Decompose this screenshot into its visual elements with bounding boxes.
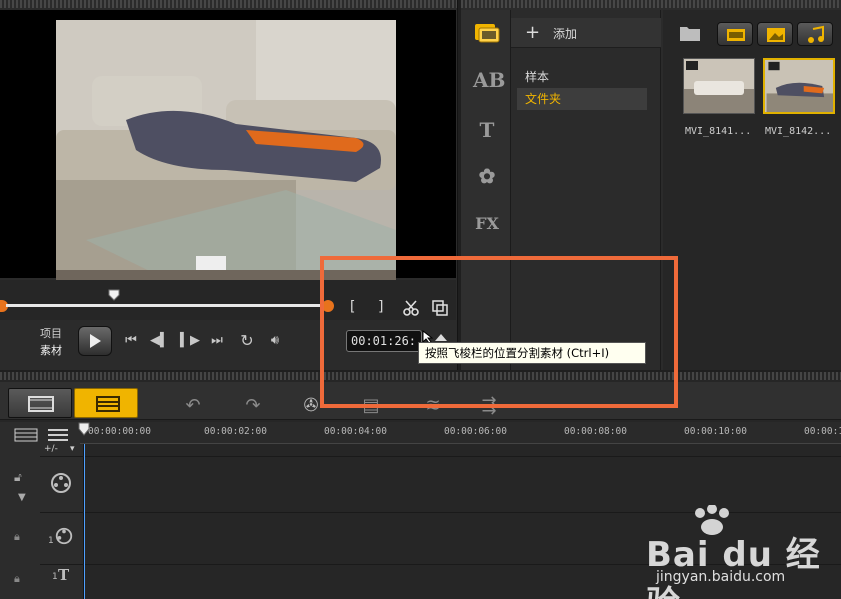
ruler-tick: 00:00:04:00: [324, 426, 387, 437]
filter-icon[interactable]: FX: [473, 212, 501, 236]
annotation-highlight-box: [320, 256, 678, 408]
play-button[interactable]: [78, 326, 112, 356]
add-folder-button[interactable]: + 添加: [511, 18, 661, 48]
video-filter-button[interactable]: [717, 22, 753, 46]
track-number: 1: [48, 536, 54, 546]
audio-filter-icon: [808, 25, 824, 43]
timeline-view-button[interactable]: [74, 388, 138, 418]
media-thumbnail[interactable]: [683, 58, 755, 114]
panel-grip[interactable]: [0, 0, 457, 8]
go-to-start-icon[interactable]: ⏮: [122, 332, 140, 350]
media-thumbnail-selected[interactable]: [763, 58, 835, 114]
redo-icon[interactable]: ↷: [240, 395, 266, 417]
video-filter-icon: [727, 29, 745, 41]
photo-filter-icon: [767, 28, 785, 42]
go-to-end-icon[interactable]: ⏭: [208, 332, 226, 350]
clip-mode-label[interactable]: 素材: [40, 342, 70, 359]
zoom-label[interactable]: +/-: [44, 444, 58, 454]
play-icon: [90, 334, 101, 348]
video-track-lane[interactable]: [84, 457, 841, 511]
storyboard-icon: [28, 396, 54, 412]
track-number: 1: [52, 572, 58, 582]
ruler-tick: 00:00:00:00: [88, 426, 151, 437]
ruler-tick: 00:00:1: [804, 426, 841, 437]
title-icon[interactable]: T: [473, 118, 501, 142]
folder-icon[interactable]: [679, 24, 701, 42]
playhead-line: [84, 444, 85, 599]
video-track-icon: [51, 473, 71, 493]
video-frame-image: [56, 20, 396, 284]
ruler-tick: 00:00:10:00: [684, 426, 747, 437]
photo-filter-button[interactable]: [757, 22, 793, 46]
graphic-icon[interactable]: ✿: [473, 164, 501, 188]
video-frame: [56, 20, 396, 284]
media-item-label: MVI_8141...: [685, 126, 752, 137]
storyboard-view-button[interactable]: [8, 388, 72, 418]
overlay-track-icon: [55, 527, 73, 545]
next-frame-icon[interactable]: ▍▶: [180, 332, 200, 350]
baidu-jingyan-watermark: Bai du 经验 jingyan.baidu.com: [620, 505, 830, 599]
track-manager-icon[interactable]: [14, 428, 38, 442]
timeline-icon: [96, 396, 120, 412]
ruler-tick: 00:00:08:00: [564, 426, 627, 437]
playhead-icon[interactable]: [78, 422, 90, 436]
video-preview-area: [0, 10, 456, 284]
video-thumbnail-image: [684, 59, 754, 113]
previous-frame-icon[interactable]: ◀▍: [150, 332, 170, 350]
project-mode-label[interactable]: 项目: [40, 325, 70, 342]
zoom-dropdown-icon[interactable]: ▾: [70, 444, 75, 454]
scrub-track[interactable]: [6, 304, 330, 307]
audio-filter-button[interactable]: [797, 22, 833, 46]
media-icon[interactable]: [473, 20, 501, 44]
title-track-icon: T: [58, 566, 70, 584]
media-browser: MVI_8141... MVI_8142...: [663, 10, 841, 370]
timeline-ruler[interactable]: 00:00:00:00 00:00:02:00 00:00:04:00 00:0…: [78, 422, 841, 444]
expand-tracks-icon[interactable]: ▼: [18, 492, 26, 503]
track-headers: +/- ▾ 🔓︎ ▼ 🔒︎ 1 🔒︎ 1 T: [0, 422, 84, 599]
lock-icon[interactable]: 🔒︎: [14, 530, 20, 544]
transition-icon[interactable]: AB: [473, 68, 505, 92]
video-thumbnail-image: [766, 60, 833, 112]
volume-icon[interactable]: 🔊︎: [266, 332, 284, 350]
watermark-url: jingyan.baidu.com: [656, 569, 786, 585]
ruler-tick: 00:00:06:00: [444, 426, 507, 437]
lock-icon[interactable]: 🔓︎: [14, 470, 22, 485]
lock-icon[interactable]: 🔒︎: [14, 572, 20, 586]
tracks-list-icon[interactable]: [46, 428, 70, 442]
ruler-tick: 00:00:02:00: [204, 426, 267, 437]
scrubber-head-icon[interactable]: [108, 289, 120, 301]
repeat-icon[interactable]: ↻: [238, 332, 256, 350]
media-item-label: MVI_8142...: [765, 126, 832, 137]
panel-grip[interactable]: [461, 0, 841, 8]
folder-item-samples[interactable]: 样本: [517, 66, 647, 88]
undo-icon[interactable]: ↶: [180, 395, 206, 417]
plus-icon: +: [525, 22, 541, 43]
add-label: 添加: [553, 27, 578, 41]
preview-mode-switch[interactable]: 项目 素材: [40, 325, 70, 359]
watermark-brand: Bai du 经验: [646, 535, 821, 599]
folder-item-folder[interactable]: 文件夹: [517, 88, 647, 110]
